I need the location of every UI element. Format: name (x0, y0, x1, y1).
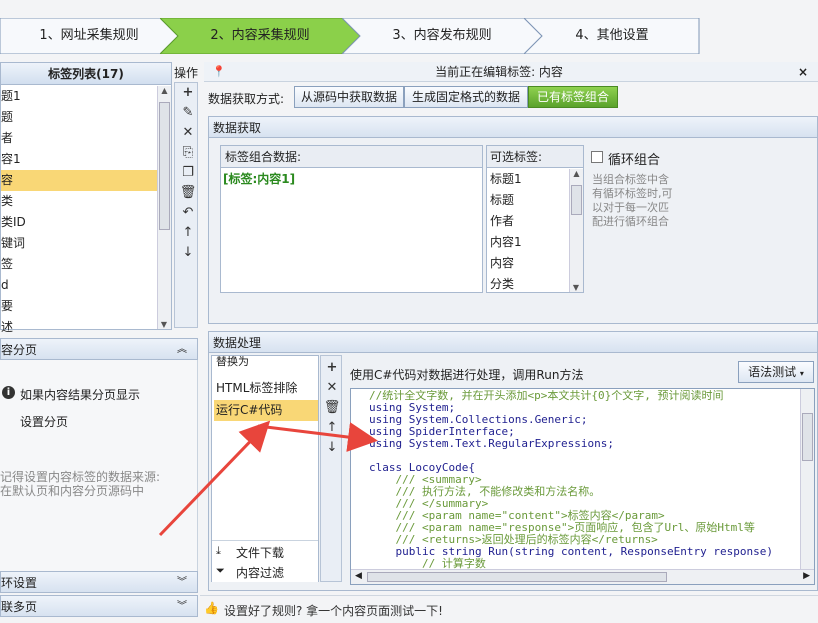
arrow-to-code (257, 422, 378, 452)
annotation-arrows (158, 420, 378, 537)
arrow-to-run-csharp (158, 420, 271, 537)
